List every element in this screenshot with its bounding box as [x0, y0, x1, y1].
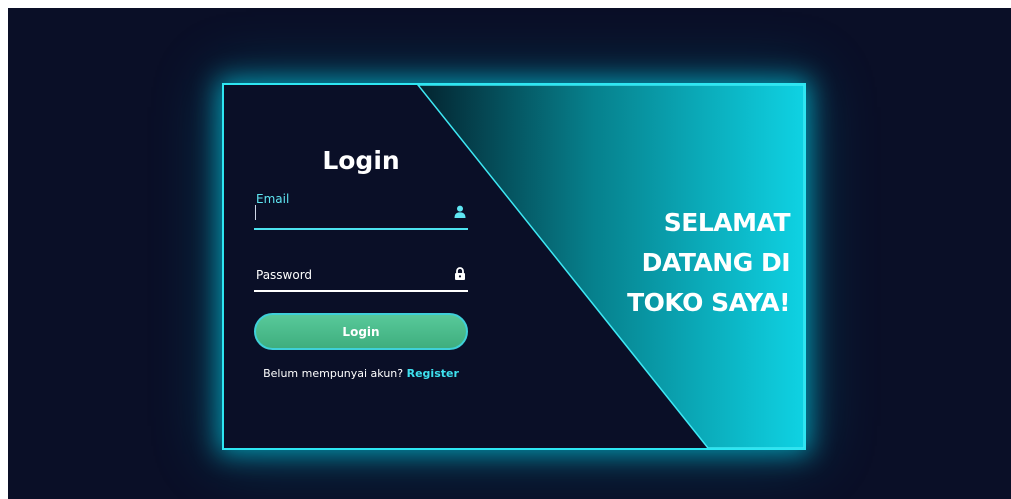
login-form: Login Email Password Login Belum mempuny…	[254, 135, 468, 380]
register-line: Belum mempunyai akun? Register	[254, 367, 468, 380]
login-card: SELAMAT DATANG DI TOKO SAYA! Login Email…	[222, 83, 806, 450]
user-icon	[454, 205, 466, 218]
welcome-heading: SELAMAT DATANG DI TOKO SAYA!	[627, 208, 790, 317]
login-title: Login	[322, 146, 400, 175]
email-field[interactable]: Email	[254, 192, 468, 230]
password-input[interactable]	[254, 266, 444, 288]
login-button[interactable]: Login	[254, 313, 468, 350]
email-input[interactable]	[254, 204, 444, 226]
page-background: SELAMAT DATANG DI TOKO SAYA! Login Email…	[8, 8, 1011, 499]
register-link[interactable]: Register	[407, 367, 459, 380]
register-prompt: Belum mempunyai akun?	[263, 367, 404, 380]
password-field[interactable]: Password	[254, 254, 468, 292]
lock-icon	[455, 267, 465, 280]
